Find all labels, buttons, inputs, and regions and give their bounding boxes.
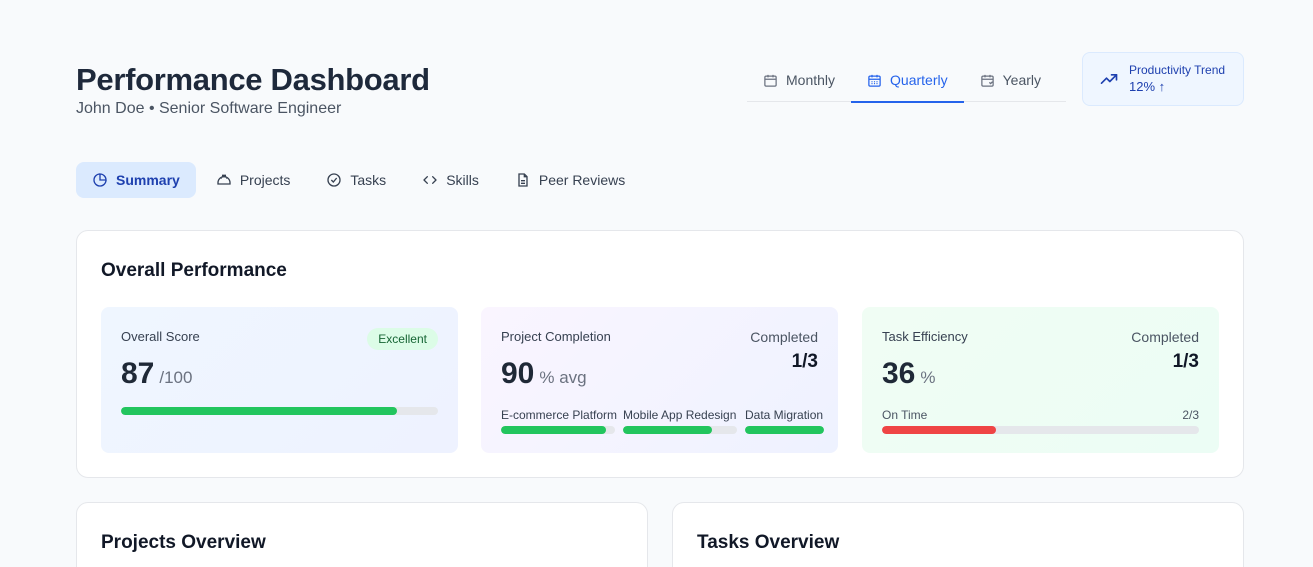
nav-tasks[interactable]: Tasks <box>310 162 402 198</box>
project-progress-fill <box>501 426 606 434</box>
nav-summary[interactable]: Summary <box>76 162 196 198</box>
task-efficiency-progress-fill <box>882 426 997 434</box>
ontime-value: 2/3 <box>1182 408 1199 422</box>
nav-tasks-label: Tasks <box>350 172 387 188</box>
project-progress-item: E-commerce Platform <box>501 408 618 434</box>
project-completed-label: Completed <box>750 329 818 345</box>
project-progress-item: Data Migration <box>745 408 824 434</box>
tasks-overview-card: Tasks Overview <box>672 502 1244 567</box>
section-nav: Summary Projects Tasks Skills Peer Revie… <box>76 162 645 198</box>
tab-monthly[interactable]: Monthly <box>747 58 851 102</box>
project-progress-list: E-commerce Platform Mobile App Redesign … <box>501 408 824 434</box>
pie-chart-icon <box>93 173 107 187</box>
project-progress-bar <box>623 426 737 434</box>
project-progress-fill <box>623 426 712 434</box>
task-efficiency-value: 36 <box>882 357 916 390</box>
nav-peer-reviews-label: Peer Reviews <box>538 172 626 188</box>
period-tabs: Monthly Quarterly Yearly <box>747 58 1066 103</box>
project-name: Data Migration <box>745 408 824 422</box>
task-efficiency-progress <box>882 426 1199 434</box>
ontime-label: On Time <box>882 408 928 422</box>
project-completion-value: 90 <box>501 357 535 390</box>
nav-peer-reviews[interactable]: Peer Reviews <box>499 162 641 198</box>
page-subtitle: John Doe • Senior Software Engineer <box>76 100 342 117</box>
overall-score-metric: Overall Score Excellent 87 /100 <box>101 307 458 453</box>
overall-score-progress-fill <box>121 407 397 415</box>
tasks-overview-title: Tasks Overview <box>697 532 840 553</box>
project-name: E-commerce Platform <box>501 408 618 422</box>
project-progress-item: Mobile App Redesign <box>623 408 737 434</box>
nav-skills[interactable]: Skills <box>406 162 495 198</box>
dashboard-page: Performance Dashboard John Doe • Senior … <box>0 0 1313 567</box>
projects-overview-card: Projects Overview <box>76 502 648 567</box>
project-completed-box: Completed 1/3 <box>750 329 818 373</box>
task-completed-label: Completed <box>1131 329 1199 345</box>
overall-score-unit: /100 <box>159 368 193 387</box>
project-progress-bar <box>745 426 824 434</box>
tab-yearly[interactable]: Yearly <box>964 58 1057 102</box>
project-completion-label: Project Completion <box>501 329 611 344</box>
nav-projects[interactable]: Projects <box>200 162 307 198</box>
hard-hat-icon <box>217 174 231 185</box>
nav-projects-label: Projects <box>239 172 291 188</box>
project-completed-value: 1/3 <box>791 351 818 372</box>
task-efficiency-value-group: 36 % <box>882 357 936 391</box>
project-progress-fill <box>745 426 824 434</box>
projects-overview-title: Projects Overview <box>101 532 266 553</box>
ontime-row: On Time 2/3 <box>882 408 1199 422</box>
status-badge: Excellent <box>367 328 438 350</box>
task-completed-box: Completed 1/3 <box>1131 329 1199 373</box>
overall-performance-card: Overall Performance Overall Score Excell… <box>76 230 1244 478</box>
task-efficiency-metric: Task Efficiency Completed 1/3 36 % On Ti… <box>862 307 1219 453</box>
nav-skills-label: Skills <box>446 172 479 188</box>
page-title: Performance Dashboard <box>76 62 430 97</box>
calendar-grid-icon <box>868 74 881 87</box>
trending-up-icon <box>1100 74 1118 84</box>
code-icon <box>423 176 437 184</box>
project-completion-value-group: 90 % avg <box>501 357 587 391</box>
tab-monthly-label: Monthly <box>786 72 836 88</box>
project-name: Mobile App Redesign <box>623 408 737 422</box>
calendar-range-icon <box>980 74 994 87</box>
overall-performance-title: Overall Performance <box>101 260 287 281</box>
project-completion-metric: Project Completion Completed 1/3 90 % av… <box>481 307 838 453</box>
tab-quarterly-label: Quarterly <box>890 72 948 88</box>
overall-score-progress <box>121 407 438 415</box>
project-progress-bar <box>501 426 615 434</box>
trend-label: Productivity Trend <box>1129 63 1226 77</box>
productivity-trend-card: Productivity Trend 12% ↑ <box>1082 52 1244 106</box>
tab-yearly-label: Yearly <box>1002 72 1042 88</box>
check-circle-icon <box>327 173 342 187</box>
tab-quarterly[interactable]: Quarterly <box>851 58 964 103</box>
task-efficiency-unit: % <box>920 368 936 387</box>
nav-summary-label: Summary <box>116 172 180 188</box>
task-efficiency-label: Task Efficiency <box>882 329 968 344</box>
overall-score-label: Overall Score <box>121 329 200 344</box>
task-completed-value: 1/3 <box>1172 351 1199 372</box>
overall-score-value-group: 87 /100 <box>121 357 192 391</box>
overall-score-value: 87 <box>121 357 155 390</box>
calendar-icon <box>764 74 777 87</box>
trend-value: 12% ↑ <box>1129 79 1166 94</box>
project-completion-unit: % avg <box>539 368 587 387</box>
file-text-icon <box>518 173 528 187</box>
